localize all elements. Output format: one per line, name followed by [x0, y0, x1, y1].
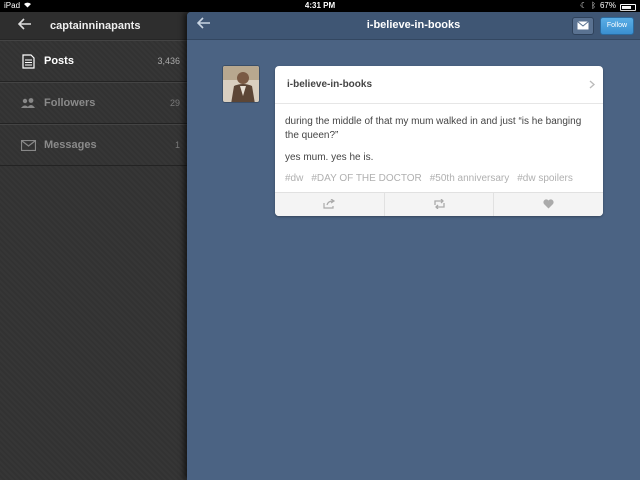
like-button[interactable] — [494, 193, 603, 216]
mail-icon — [20, 137, 36, 153]
post-blog-name[interactable]: i-believe-in-books — [287, 79, 589, 90]
post-tag[interactable]: #DAY OF THE DOCTOR — [311, 173, 421, 184]
post-body: during the middle of that my mum walked … — [275, 104, 603, 184]
post-text: during the middle of that my mum walked … — [285, 116, 582, 141]
status-time: 4:31 PM — [304, 1, 336, 10]
people-icon — [20, 95, 36, 111]
post-tag[interactable]: #dw — [285, 173, 303, 184]
avatar[interactable] — [222, 65, 260, 103]
back-arrow-icon[interactable] — [17, 17, 38, 35]
reblog-button[interactable] — [385, 193, 495, 216]
sidebar-title: captainninapants — [50, 19, 141, 32]
post-actions — [275, 192, 603, 216]
battery-percent: 67% — [599, 1, 616, 10]
chevron-right-icon — [589, 78, 596, 92]
bluetooth-icon: ᛒ — [591, 1, 596, 10]
reblog-icon — [433, 196, 446, 214]
follow-button[interactable]: Follow — [600, 17, 634, 35]
post-header[interactable]: i-believe-in-books — [275, 66, 603, 104]
post-card: i-believe-in-books during the middle of … — [275, 66, 603, 216]
sidebar-item-count: 29 — [169, 98, 180, 108]
post-tag[interactable]: #50th anniversary — [430, 173, 510, 184]
sidebar-item-messages[interactable]: Messages 1 — [0, 124, 190, 166]
message-button[interactable] — [572, 17, 594, 35]
sidebar-item-label: Posts — [44, 55, 74, 67]
main-header: i-believe-in-books Follow — [187, 12, 640, 40]
post-tag[interactable]: #dw spoilers — [517, 173, 573, 184]
sidebar-item-followers[interactable]: Followers 29 — [0, 82, 190, 124]
main-pane: i-believe-in-books Follow i-believe-in-b… — [187, 12, 640, 480]
battery-icon — [620, 3, 636, 11]
sidebar-header: captainninapants — [0, 12, 190, 40]
moon-icon: ☾ — [580, 1, 588, 10]
share-button[interactable] — [275, 193, 385, 216]
status-bar: iPad 4:31 PM ☾ ᛒ 67% — [0, 0, 640, 12]
sidebar-item-label: Followers — [44, 97, 96, 109]
sidebar: captainninapants Posts 3,436 Followers 2… — [0, 12, 190, 480]
heart-icon — [543, 196, 554, 214]
mail-icon — [577, 17, 589, 35]
sidebar-item-count: 1 — [174, 140, 180, 150]
document-icon — [20, 53, 36, 69]
sidebar-item-posts[interactable]: Posts 3,436 — [0, 40, 190, 82]
share-icon — [323, 196, 336, 214]
sidebar-item-label: Messages — [44, 139, 97, 151]
post-tags: #dw #DAY OF THE DOCTOR #50th anniversary… — [285, 173, 593, 184]
post-text: yes mum. yes he is. — [285, 152, 374, 163]
sidebar-item-count: 3,436 — [157, 56, 180, 66]
